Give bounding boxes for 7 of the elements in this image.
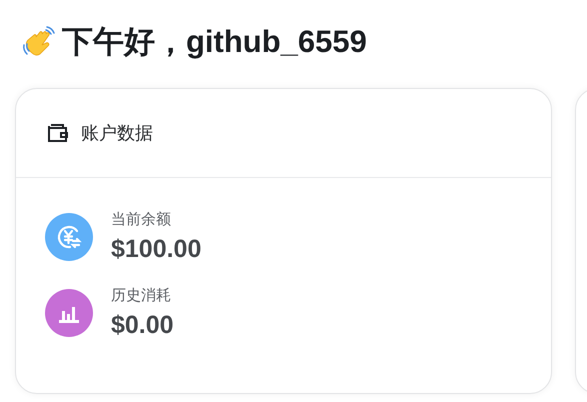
- wallet-icon: [47, 122, 69, 144]
- stat-label: 当前余额: [111, 210, 172, 229]
- stat-value: $0.00: [111, 311, 174, 340]
- stat-value: $100.00: [111, 235, 202, 264]
- greeting-title: 下午好，github_6559: [62, 23, 367, 61]
- stat-label: 历史消耗: [111, 286, 172, 305]
- card-title: 账户数据: [81, 122, 153, 145]
